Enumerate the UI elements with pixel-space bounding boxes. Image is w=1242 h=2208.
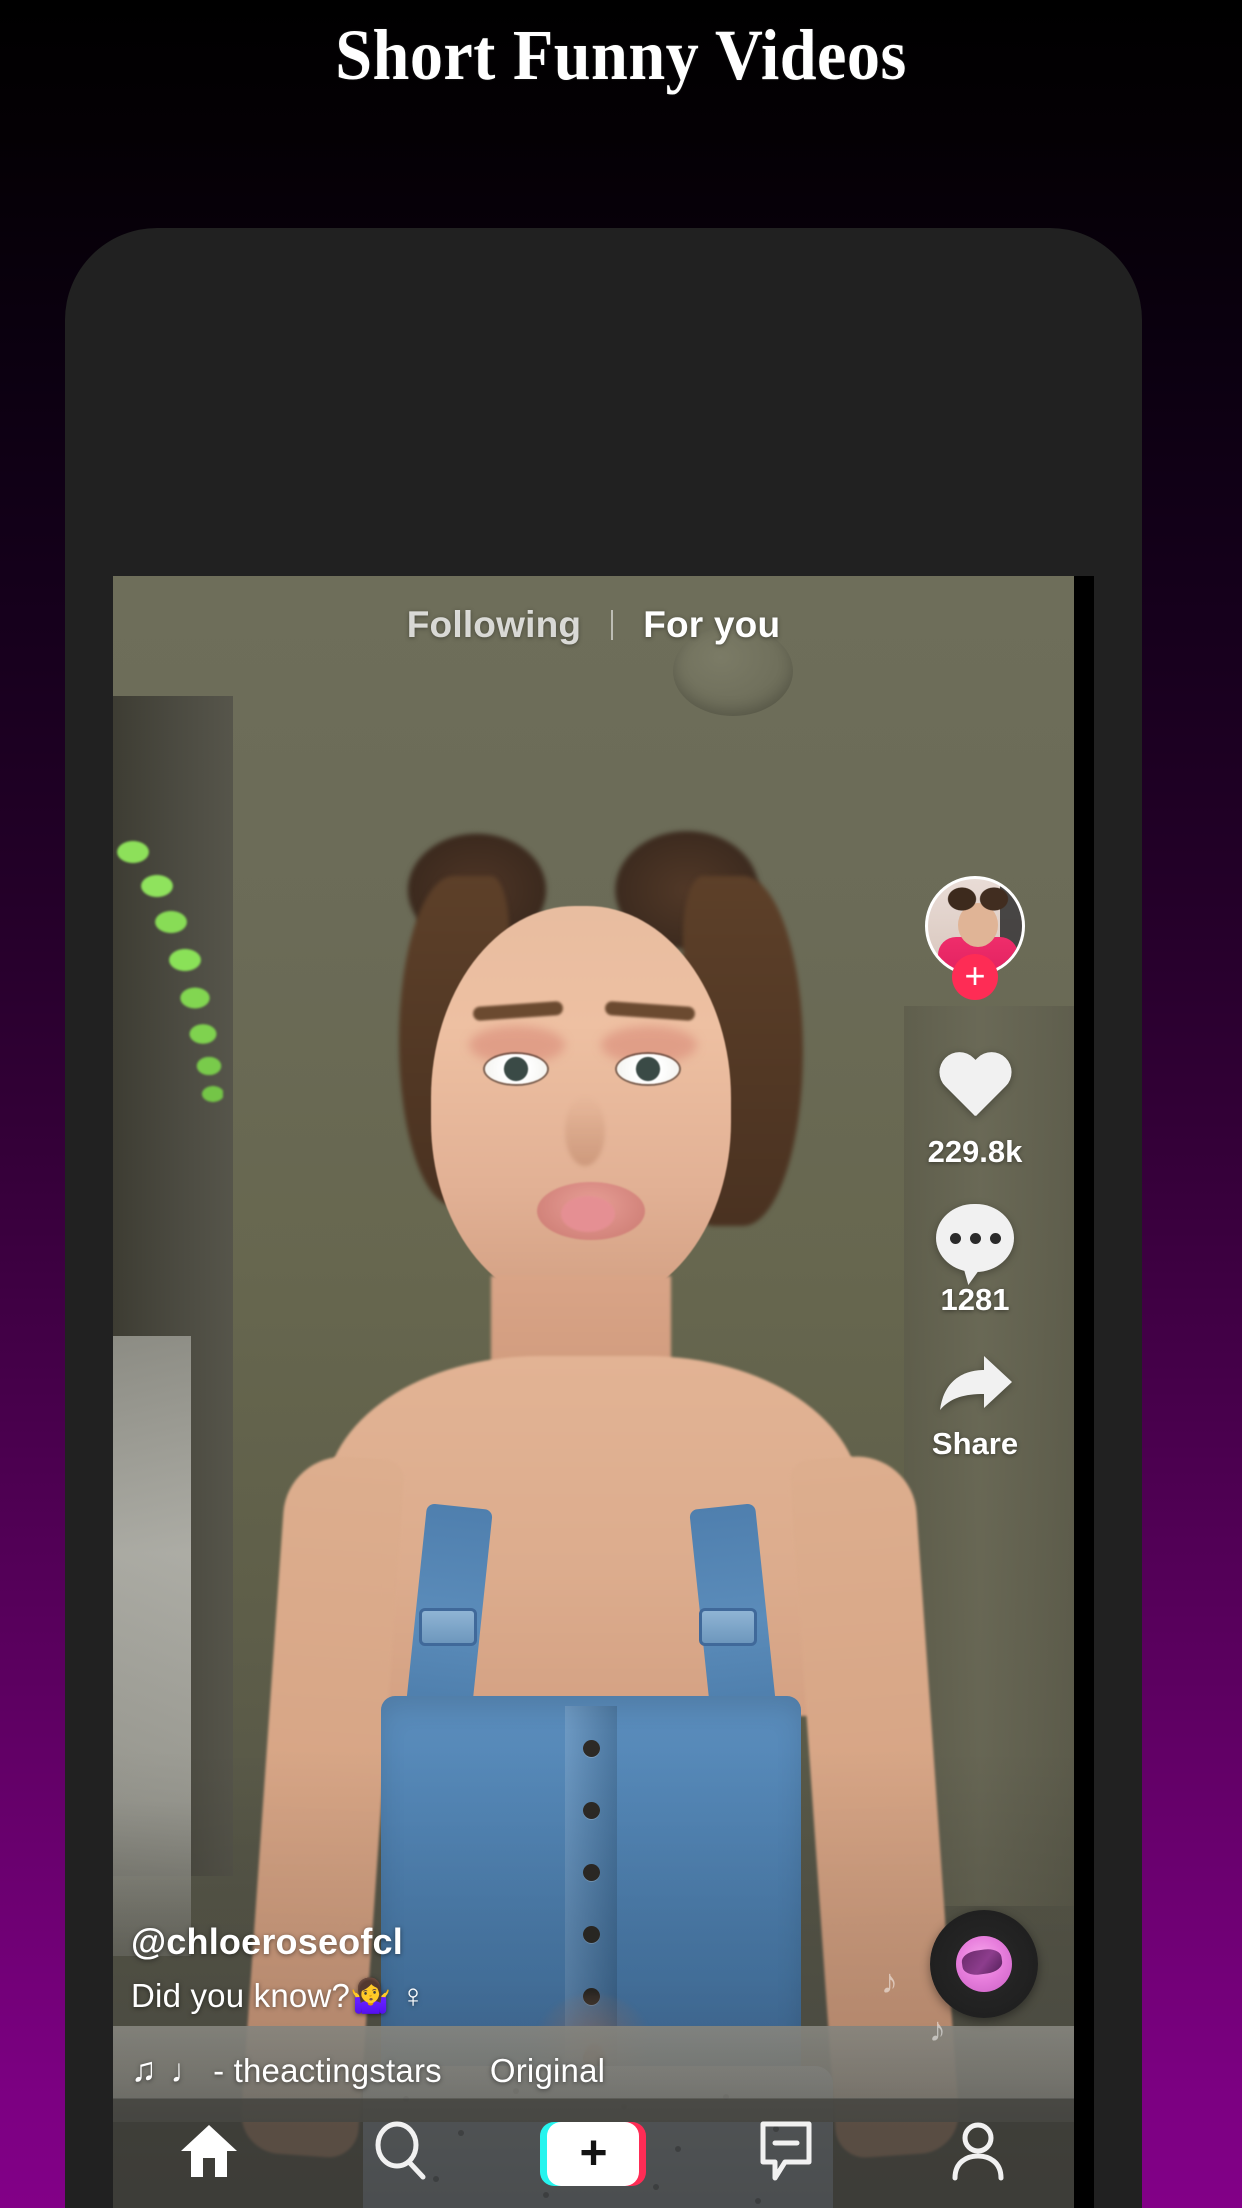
subject-denim-button [583,1802,600,1819]
comment-bubble-icon [936,1204,1014,1272]
nav-home[interactable] [149,2099,269,2208]
subject-denim-button [583,1864,600,1881]
share-button[interactable]: Share [932,1352,1018,1462]
action-rail: + 229.8k 1281 Share [906,876,1044,1496]
heart-icon [936,1054,1014,1124]
creator-avatar-group[interactable]: + [925,876,1025,1000]
home-icon [178,2122,240,2185]
follow-button[interactable]: + [952,954,998,1000]
screenshot-root: Short Funny Videos Following For you + 2… [0,0,1242,2208]
comment-count: 1281 [940,1282,1010,1317]
phone-screen: Following For you + 229.8k 1281 Share ♪ … [113,576,1074,2208]
plus-icon: + [964,954,986,996]
subject-denim-button [583,1740,600,1757]
tab-for-you[interactable]: For you [643,604,780,646]
floating-music-note-2: ♪ [929,2011,946,2049]
subject-nose [565,1096,605,1166]
video-bg-plant [113,836,223,1136]
bottom-nav-bar: + [113,2098,1074,2208]
like-button[interactable]: 229.8k [928,1054,1023,1170]
comment-button[interactable]: 1281 [936,1204,1014,1318]
subject-buckle-right [699,1608,757,1646]
music-disc-art [956,1936,1012,1992]
creator-username[interactable]: @chloeroseofcl [131,1921,791,1963]
share-arrow-icon [934,1352,1016,1416]
music-original-label: Original [489,2051,606,2089]
music-disc-button[interactable] [930,1910,1038,2018]
nav-discover[interactable] [341,2099,461,2208]
music-note-icon: ♫ [131,2051,157,2089]
avatar-hair [944,881,1012,921]
tab-divider [611,610,614,640]
top-tab-bar: Following For you [113,604,1074,646]
nav-profile[interactable] [918,2099,1038,2208]
inbox-icon [757,2120,815,2187]
music-info-row[interactable]: ♫ ♩ - theactingstars Original [131,2051,605,2090]
person-icon [949,2121,1007,2186]
nav-inbox[interactable] [726,2099,846,2208]
plus-icon: + [579,2126,608,2180]
floating-music-note-1: ♪ [881,1963,898,2001]
nav-create[interactable]: + [533,2099,653,2208]
page-title: Short Funny Videos [335,14,907,95]
search-icon [371,2121,431,2186]
share-label: Share [931,1426,1019,1461]
subject-buckle-left [419,1608,477,1646]
subject-tongue [561,1196,615,1232]
create-button[interactable]: + [540,2121,647,2186]
subject-eye-right [617,1054,679,1084]
tab-following[interactable]: Following [407,604,581,646]
subject-torso [325,1356,861,1716]
music-title: ♩ - theactingstars [170,2051,442,2089]
video-bg-towel [113,1336,191,1956]
video-description: Did you know?🤷‍♀️ ♀ [131,1977,426,2014]
subject-eye-left [485,1054,547,1084]
like-count: 229.8k [927,1134,1023,1169]
caption-block: @chloeroseofcl Did you know?🤷‍♀️ ♀ [131,1921,791,2016]
